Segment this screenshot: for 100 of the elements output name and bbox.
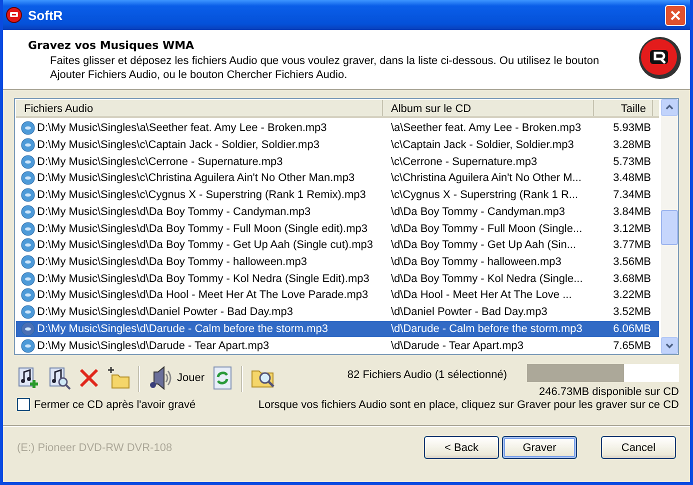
page-title: Gravez vos Musiques WMA: [28, 39, 196, 52]
disc-icon: [21, 121, 35, 136]
column-header[interactable]: Fichiers Audio: [16, 100, 383, 116]
file-path: D:\My Music\Singles\c\Captain Jack - Soldier, Soldier.mp3: [37, 138, 320, 151]
album-path: \d\Da Boy Tommy - Full Moon (Single...: [391, 222, 582, 235]
file-row[interactable]: D:\My Music\Singles\d\Darude - Calm before the storm.mp3 \d\Darude - Calm before the storm.mp3 6.06MB: [16, 320, 659, 338]
album-path: \d\Da Hool - Meet Her At The Love ...: [391, 289, 572, 302]
file-path: D:\My Music\Singles\d\Da Boy Tommy - Full Moon (Single edit).mp3: [37, 222, 368, 235]
album-path: \c\Cerrone - Supernature.mp3: [391, 156, 538, 168]
disc-icon: [21, 138, 35, 152]
music-add-icon: [16, 366, 40, 390]
file-path: D:\My Music\Singles\d\Da Hool - Meet Her At The Love Parade.mp3: [37, 289, 368, 302]
scroll-down-icon[interactable]: [661, 337, 678, 354]
file-row[interactable]: D:\My Music\Singles\c\Christina Aguilera Ain't No Other Man.mp3 \c\Christina Aguilera Ain't No Other M... 3.48MB: [16, 170, 659, 187]
disc-icon: [21, 188, 35, 202]
disc-icon: [21, 322, 35, 336]
file-row[interactable]: D:\My Music\Singles\d\Darude - Tear Apart.mp3 \d\Darude - Tear Apart.mp3 7.65MB: [16, 337, 659, 354]
play-button[interactable]: Jouer: [146, 364, 207, 392]
album-path: \c\Captain Jack - Soldier, Soldier.mp3: [391, 138, 574, 151]
disc-icon: [21, 154, 35, 169]
file-path: D:\My Music\Singles\a\Seether feat. Amy Lee - Broken.mp3: [37, 122, 327, 134]
album-path: \a\Seether feat. Amy Lee - Broken.mp3: [391, 122, 582, 134]
disc-icon: [21, 254, 35, 269]
music-search-icon: [47, 366, 71, 390]
file-size: 3.28MB: [613, 138, 651, 151]
album-path: \d\Da Boy Tommy - halloween.mp3: [391, 256, 562, 268]
album-path: \c\Cygnus X - Superstring (Rank 1 R...: [391, 189, 578, 202]
close-icon: [670, 10, 681, 20]
file-size: 7.34MB: [613, 189, 651, 202]
file-row[interactable]: D:\My Music\Singles\c\Cerrone - Supernature.mp3 \c\Cerrone - Supernature.mp3 5.73MB: [16, 153, 659, 170]
disc-icon: [21, 238, 35, 252]
file-row[interactable]: D:\My Music\Singles\d\Da Boy Tommy - Get Up Aah (Single cut).mp3 \d\Da Boy Tommy - Get Up Aah (Sin... 3.77MB: [16, 236, 659, 254]
column-header[interactable]: Album sur le CD: [383, 100, 594, 116]
disc-icon: [21, 204, 35, 219]
delete-icon: [78, 367, 100, 389]
file-size: 3.84MB: [613, 206, 651, 218]
file-size: 6.06MB: [613, 322, 651, 335]
dialog-button[interactable]: Cancel: [601, 436, 676, 459]
file-row[interactable]: D:\My Music\Singles\c\Cygnus X - Superstring (Rank 1 Remix).mp3 \c\Cygnus X - Superstring (Rank 1 R... 7.34MB: [16, 186, 659, 204]
page-description: Faites glisser et déposez les fichiers Audio que vous voulez graver, dans la liste ci-dessous. Ou utilisez le bouton Ajouter Fichiers Audio, ou le bouton Chercher Fichiers Audio.: [50, 54, 600, 82]
file-size: 3.68MB: [613, 272, 651, 285]
file-count: 82 Fichiers Audio (1 sélectionné): [347, 368, 507, 383]
file-size: 5.93MB: [613, 122, 651, 134]
file-row[interactable]: D:\My Music\Singles\d\Da Hool - Meet Her At The Love Parade.mp3 \d\Da Hool - Meet Her At The Love ... 3.22MB: [16, 287, 659, 304]
file-size: 3.77MB: [613, 239, 651, 252]
disc-icon: [21, 272, 35, 286]
file-path: D:\My Music\Singles\c\Cerrone - Supernature.mp3: [37, 156, 283, 168]
disc-icon: [21, 338, 35, 353]
album-path: \d\Da Boy Tommy - Get Up Aah (Sin...: [391, 239, 576, 252]
scroll-up-icon[interactable]: [661, 99, 678, 116]
file-path: D:\My Music\Singles\d\Da Boy Tommy - Get Up Aah (Single cut).mp3: [37, 239, 374, 252]
file-size: 7.65MB: [613, 340, 651, 352]
new-folder-icon: [107, 366, 131, 390]
file-row[interactable]: D:\My Music\Singles\a\Seether feat. Amy Lee - Broken.mp3 \a\Seether feat. Amy Lee - Broken.mp3 5.93MB: [16, 120, 659, 136]
file-size: 3.22MB: [613, 289, 651, 302]
file-row[interactable]: D:\My Music\Singles\d\Daniel Powter - Bad Day.mp3 \d\Daniel Powter - Bad Day.mp3 3.52MB: [16, 304, 659, 321]
free-space: 246.73MB disponible sur CD: [538, 386, 679, 398]
drive-label: (E:) Pioneer DVD-RW DVR-108: [16, 442, 174, 454]
file-size: 3.12MB: [613, 222, 651, 235]
disc-icon: [21, 171, 35, 186]
album-path: \d\Darude - Calm before the storm.mp3: [391, 322, 582, 335]
file-size: 3.48MB: [613, 172, 651, 184]
album-path: \d\Darude - Tear Apart.mp3: [391, 340, 524, 352]
file-path: D:\My Music\Singles\d\Darude - Calm before the storm.mp3: [37, 322, 328, 335]
album-path: \d\Daniel Powter - Bad Day.mp3: [391, 306, 548, 318]
column-header[interactable]: Taille: [594, 100, 653, 116]
scrollbar[interactable]: [661, 99, 678, 354]
disc-icon: [21, 222, 35, 236]
file-size: 5.73MB: [613, 156, 651, 168]
disc-icon: [21, 288, 35, 302]
file-path: D:\My Music\Singles\c\Christina Aguilera Ain't No Other Man.mp3: [37, 172, 355, 184]
dialog-button[interactable]: Graver: [502, 436, 577, 459]
album-path: \c\Christina Aguilera Ain't No Other M...: [391, 172, 582, 184]
speaker-icon: [148, 366, 174, 390]
file-row[interactable]: D:\My Music\Singles\d\Da Boy Tommy - Candyman.mp3 \d\Da Boy Tommy - Candyman.mp3 3.84MB: [16, 203, 659, 220]
file-path: D:\My Music\Singles\d\Darude - Tear Apart.mp3: [37, 340, 270, 352]
app-logo-icon: [6, 7, 22, 23]
scroll-thumb[interactable]: [661, 210, 678, 245]
file-path: D:\My Music\Singles\c\Cygnus X - Superstring (Rank 1 Remix).mp3: [37, 189, 366, 202]
close-button[interactable]: [665, 4, 686, 26]
album-path: \d\Da Boy Tommy - Kol Nedra (Single...: [391, 272, 583, 285]
file-row[interactable]: D:\My Music\Singles\d\Da Boy Tommy - halloween.mp3 \d\Da Boy Tommy - halloween.mp3 3.56MB: [16, 254, 659, 270]
file-row[interactable]: D:\My Music\Singles\d\Da Boy Tommy - Full Moon (Single edit).mp3 \d\Da Boy Tommy - Full Moon (Single... 3.12MB: [16, 220, 659, 237]
burn-hint: Lorsque vos fichiers Audio sont en place, cliquez sur Graver pour les graver sur ce CD: [258, 398, 679, 410]
file-row[interactable]: D:\My Music\Singles\c\Captain Jack - Soldier, Soldier.mp3 \c\Captain Jack - Soldier, Soldier.mp3 3.28MB: [16, 136, 659, 154]
file-path: D:\My Music\Singles\d\Da Boy Tommy - Kol Nedra (Single Edit).mp3: [37, 272, 370, 285]
album-path: \d\Da Boy Tommy - Candyman.mp3: [391, 206, 566, 218]
file-path: D:\My Music\Singles\d\Daniel Powter - Bad Day.mp3: [37, 306, 293, 318]
file-path: D:\My Music\Singles\d\Da Boy Tommy - halloween.mp3: [37, 256, 308, 268]
dialog-button[interactable]: < Back: [424, 436, 499, 459]
close-after-checkbox[interactable]: Fermer ce CD après l'avoir gravé: [14, 398, 196, 411]
refresh-icon: [212, 366, 234, 390]
window-title: SoftR: [28, 8, 64, 22]
checkbox[interactable]: [17, 398, 30, 411]
file-size: 3.56MB: [613, 256, 651, 268]
file-path: D:\My Music\Singles\d\Da Boy Tommy - Candyman.mp3: [37, 206, 311, 218]
file-row[interactable]: D:\My Music\Singles\d\Da Boy Tommy - Kol Nedra (Single Edit).mp3 \d\Da Boy Tommy - Kol Nedra (Single... 3.68MB: [16, 270, 659, 288]
app-logo-icon: [638, 36, 682, 80]
disc-icon: [21, 305, 35, 320]
file-size: 3.52MB: [613, 306, 651, 318]
